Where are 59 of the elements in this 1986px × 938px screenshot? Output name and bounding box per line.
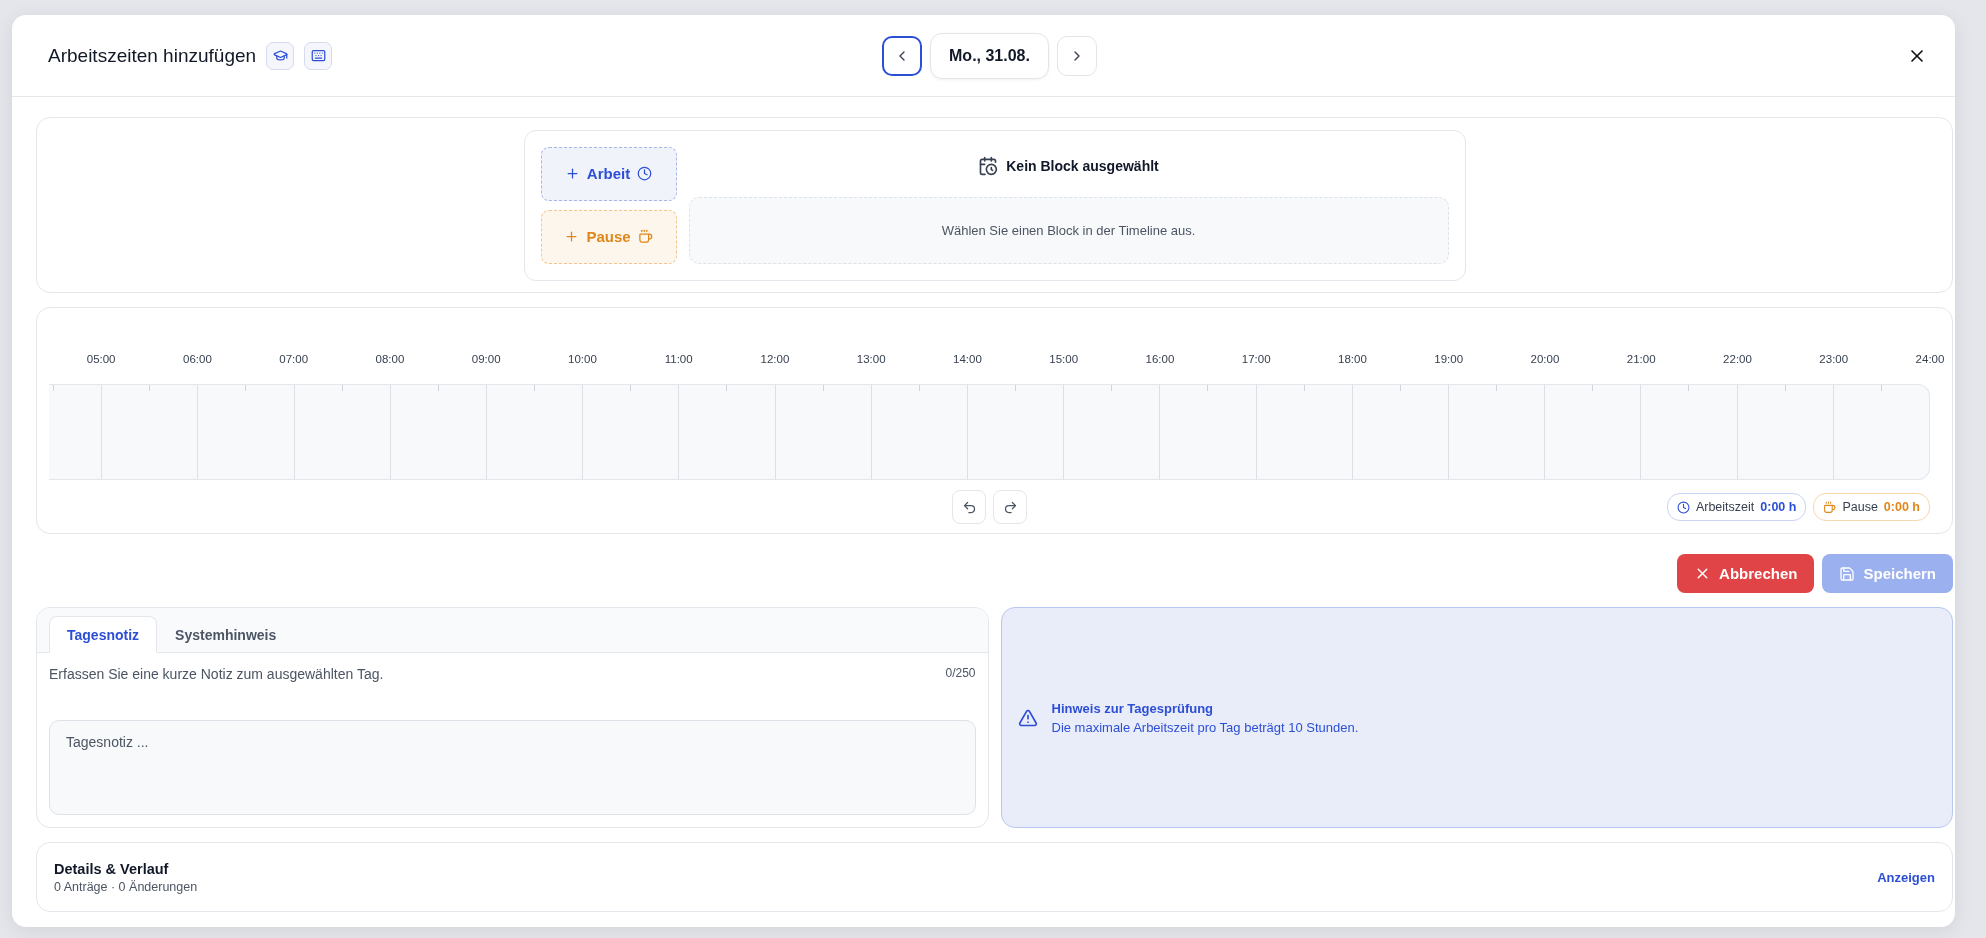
details-subtitle: 0 Anträge · 0 Änderungen: [54, 879, 198, 894]
calendar-clock-icon: [978, 155, 999, 176]
redo-icon: [1002, 499, 1018, 515]
hour-label: 12:00: [760, 353, 790, 365]
clock-icon: [637, 166, 653, 181]
plus-icon: [564, 166, 580, 181]
total-value: 0:00 h: [1760, 500, 1797, 514]
character-counter: 0/250: [945, 666, 976, 682]
hint-title: Hinweis zur Tagesprüfung: [1051, 700, 1215, 716]
previous-day-button[interactable]: [882, 35, 923, 76]
total-label: Arbeitszeit: [1695, 500, 1755, 514]
hour-label: 08:00: [375, 353, 405, 365]
hour-label: 06:00: [183, 353, 212, 365]
hour-label: 11:00: [664, 353, 693, 365]
hour-label: 13:00: [856, 353, 886, 365]
hour-label: 09:00: [471, 353, 501, 365]
graduation-cap-icon: [272, 48, 288, 63]
selection-hint: Wählen Sie einen Block in der Timeline aus.: [688, 196, 1449, 264]
warning-icon: [1017, 707, 1038, 728]
hour-label: 23:00: [1819, 353, 1849, 365]
save-icon: [1839, 565, 1856, 582]
timeline-track[interactable]: [49, 384, 1930, 480]
hour-label: 05:00: [86, 353, 116, 365]
total-value: 0:00 h: [1883, 500, 1920, 514]
undo-icon: [961, 499, 977, 515]
hour-label: 10:00: [568, 353, 597, 365]
plus-icon: [564, 229, 580, 244]
add-work-button[interactable]: Arbeit: [540, 146, 677, 201]
total-label: Pause: [1842, 500, 1878, 514]
hour-label: 20:00: [1530, 353, 1560, 365]
hour-label: 16:00: [1145, 353, 1175, 365]
hour-label: 18:00: [1338, 353, 1367, 365]
hour-label: 22:00: [1723, 353, 1752, 365]
dialog-title: Arbeitszeiten hinzufügen: [48, 44, 257, 67]
hour-label: 15:00: [1049, 353, 1079, 365]
hour-label: 07:00: [279, 353, 309, 365]
clock-icon: [1676, 500, 1690, 514]
hour-label: 24:00: [1915, 353, 1945, 365]
cup-icon: [637, 229, 653, 244]
note-input-field[interactable]: Tagesnotiz ...: [49, 720, 976, 815]
tab[interactable]: Tagesnotiz: [49, 616, 158, 653]
cancel-button[interactable]: Abbrechen: [1677, 554, 1815, 593]
selection-title: Kein Block ausgewählt: [1006, 157, 1159, 174]
tutorial-button[interactable]: [266, 41, 295, 70]
cup-icon: [1823, 500, 1837, 514]
keyboard-icon: [310, 48, 326, 63]
tab[interactable]: Systemhinweis: [157, 616, 295, 653]
keyboard-shortcuts-button[interactable]: [304, 41, 333, 70]
hour-label: 19:00: [1434, 353, 1464, 365]
hint-text: Die maximale Arbeitszeit pro Tag beträgt 10 Stunden.: [1051, 719, 1359, 735]
note-description: Erfassen Sie eine kurze Notiz zum ausgewählten Tag.: [49, 666, 384, 682]
hour-label: 17:00: [1241, 353, 1271, 365]
date-button[interactable]: Mo., 31.08.: [930, 32, 1049, 79]
redo-button[interactable]: [993, 490, 1027, 524]
hour-label: 21:00: [1626, 353, 1656, 365]
hour-label: 14:00: [953, 353, 982, 365]
undo-button[interactable]: [952, 490, 986, 524]
show-link[interactable]: Anzeigen: [1877, 869, 1935, 885]
details-title: Details & Verlauf: [54, 860, 170, 877]
